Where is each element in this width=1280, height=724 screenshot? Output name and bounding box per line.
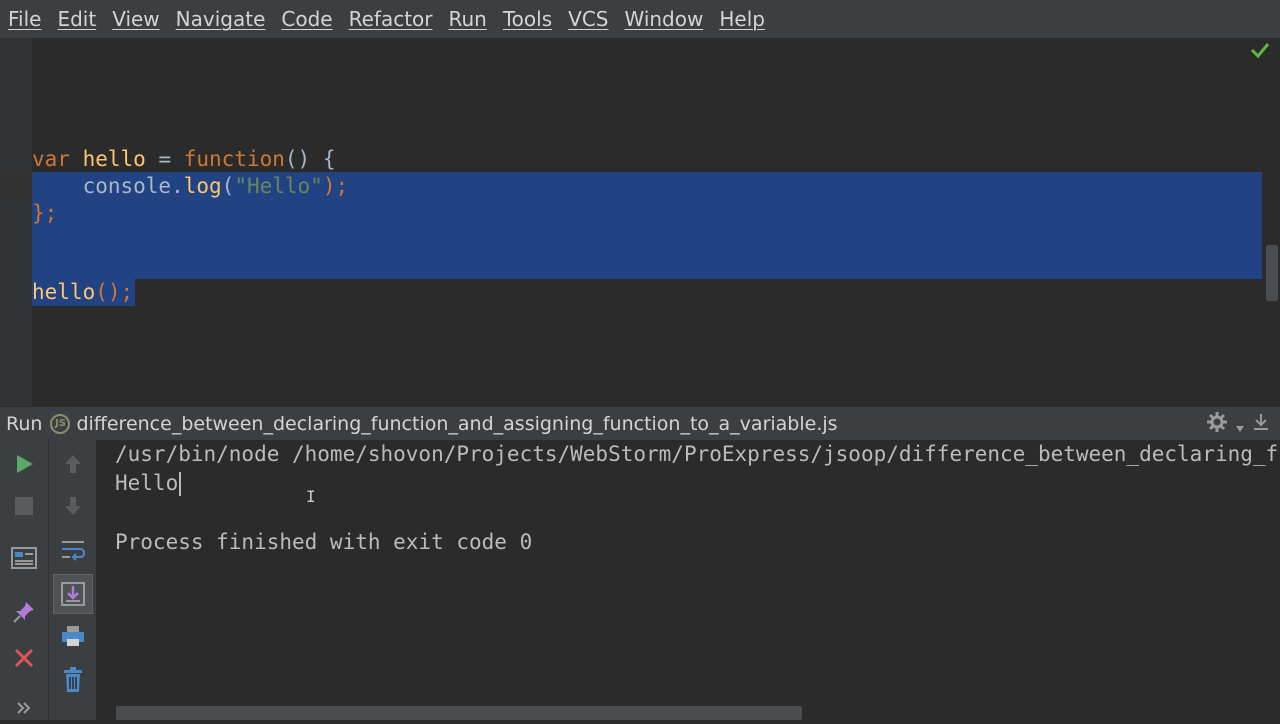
run-toolbar-secondary <box>48 440 97 720</box>
scroll-to-end-button[interactable] <box>53 574 93 614</box>
close-button[interactable] <box>8 642 40 674</box>
current-line-gutter <box>0 172 32 199</box>
trash-icon <box>64 667 82 692</box>
scroll-to-end-icon <box>61 582 85 606</box>
call-hello: hello <box>32 280 96 304</box>
close-paren: ); <box>322 174 349 198</box>
identifier-hello: hello <box>69 147 146 171</box>
closing-brace: }; <box>32 201 58 225</box>
code-editor[interactable]: var hello = function() { console.log("He… <box>0 38 1280 406</box>
run-header-actions <box>1206 411 1270 438</box>
arrow-down-icon <box>65 497 81 515</box>
run-toolwindow-header: Run JS difference_between_declaring_func… <box>0 406 1280 440</box>
menu-view[interactable]: View <box>112 7 159 31</box>
console-output[interactable]: /usr/bin/node /home/shovon/Projects/WebS… <box>96 440 1280 720</box>
arrow-up-icon <box>65 455 81 473</box>
checkmark-icon <box>1250 40 1270 64</box>
open-paren: ( <box>221 174 235 198</box>
console-output-text: Hello <box>115 471 179 495</box>
code-line-2[interactable]: console.log("Hello"); <box>32 173 349 200</box>
menu-refactor[interactable]: Refactor <box>349 7 433 31</box>
menu-window[interactable]: Window <box>624 7 703 31</box>
rerun-button[interactable] <box>8 448 40 480</box>
js-file-icon: JS <box>50 413 71 434</box>
menu-bar: File Edit View Navigate Code Refactor Ru… <box>0 0 1280 38</box>
menu-file[interactable]: File <box>8 7 41 31</box>
method-log: log <box>183 174 222 198</box>
text-caret <box>179 472 182 496</box>
up-button[interactable] <box>57 448 89 480</box>
menu-tools[interactable]: Tools <box>503 7 552 31</box>
code-line-5[interactable]: hello(); <box>32 279 133 306</box>
ibeam-cursor-icon: I <box>306 487 316 506</box>
menu-help[interactable]: Help <box>719 7 765 31</box>
hide-panel-icon[interactable] <box>1252 412 1270 437</box>
menu-edit[interactable]: Edit <box>57 7 96 31</box>
chevron-down-icon[interactable] <box>1236 413 1244 437</box>
console-horizontal-scrollbar[interactable] <box>116 706 802 720</box>
double-chevron-icon <box>17 702 31 714</box>
pin-tab-button[interactable] <box>8 596 40 628</box>
soft-wrap-icon <box>62 541 86 561</box>
play-icon <box>17 455 33 473</box>
paren-brace: () { <box>284 147 336 171</box>
clear-all-button[interactable] <box>57 664 89 696</box>
menu-vcs[interactable]: VCS <box>568 7 608 31</box>
run-config-name[interactable]: difference_between_declaring_function_an… <box>76 413 837 435</box>
pin-icon <box>13 602 34 623</box>
run-toolbar-primary <box>0 440 48 720</box>
editor-scrollbar[interactable] <box>1266 245 1278 301</box>
menu-code[interactable]: Code <box>281 7 332 31</box>
keyword-var: var <box>32 147 70 171</box>
layout-icon <box>11 547 37 569</box>
console-exit-line: Process finished with exit code 0 <box>115 530 533 554</box>
printer-icon <box>62 626 84 646</box>
code-line-3[interactable]: }; <box>32 200 57 227</box>
soft-wrap-button[interactable] <box>57 534 89 566</box>
code-line-1[interactable]: var hello = function() { <box>32 146 335 173</box>
down-button[interactable] <box>57 490 89 522</box>
console-command-line: /usr/bin/node /home/shovon/Projects/WebS… <box>115 442 1280 466</box>
print-button[interactable] <box>57 620 89 652</box>
stop-button[interactable] <box>8 490 40 522</box>
close-icon <box>14 648 34 668</box>
console-object: console. <box>32 174 184 198</box>
gear-icon[interactable] <box>1206 411 1228 438</box>
menu-navigate[interactable]: Navigate <box>176 7 266 31</box>
editor-gutter[interactable] <box>0 38 32 406</box>
run-tab-label[interactable]: Run <box>6 413 42 435</box>
menu-run[interactable]: Run <box>449 7 487 31</box>
stop-icon <box>15 497 33 515</box>
string-literal: "Hello" <box>234 174 323 198</box>
restore-layout-button[interactable] <box>8 542 40 574</box>
call-parens: (); <box>95 280 134 304</box>
console-output-line: Hello <box>115 469 182 498</box>
keyword-function: function <box>183 147 285 171</box>
more-actions-button[interactable] <box>8 692 40 724</box>
operator-eq: = <box>145 147 184 171</box>
